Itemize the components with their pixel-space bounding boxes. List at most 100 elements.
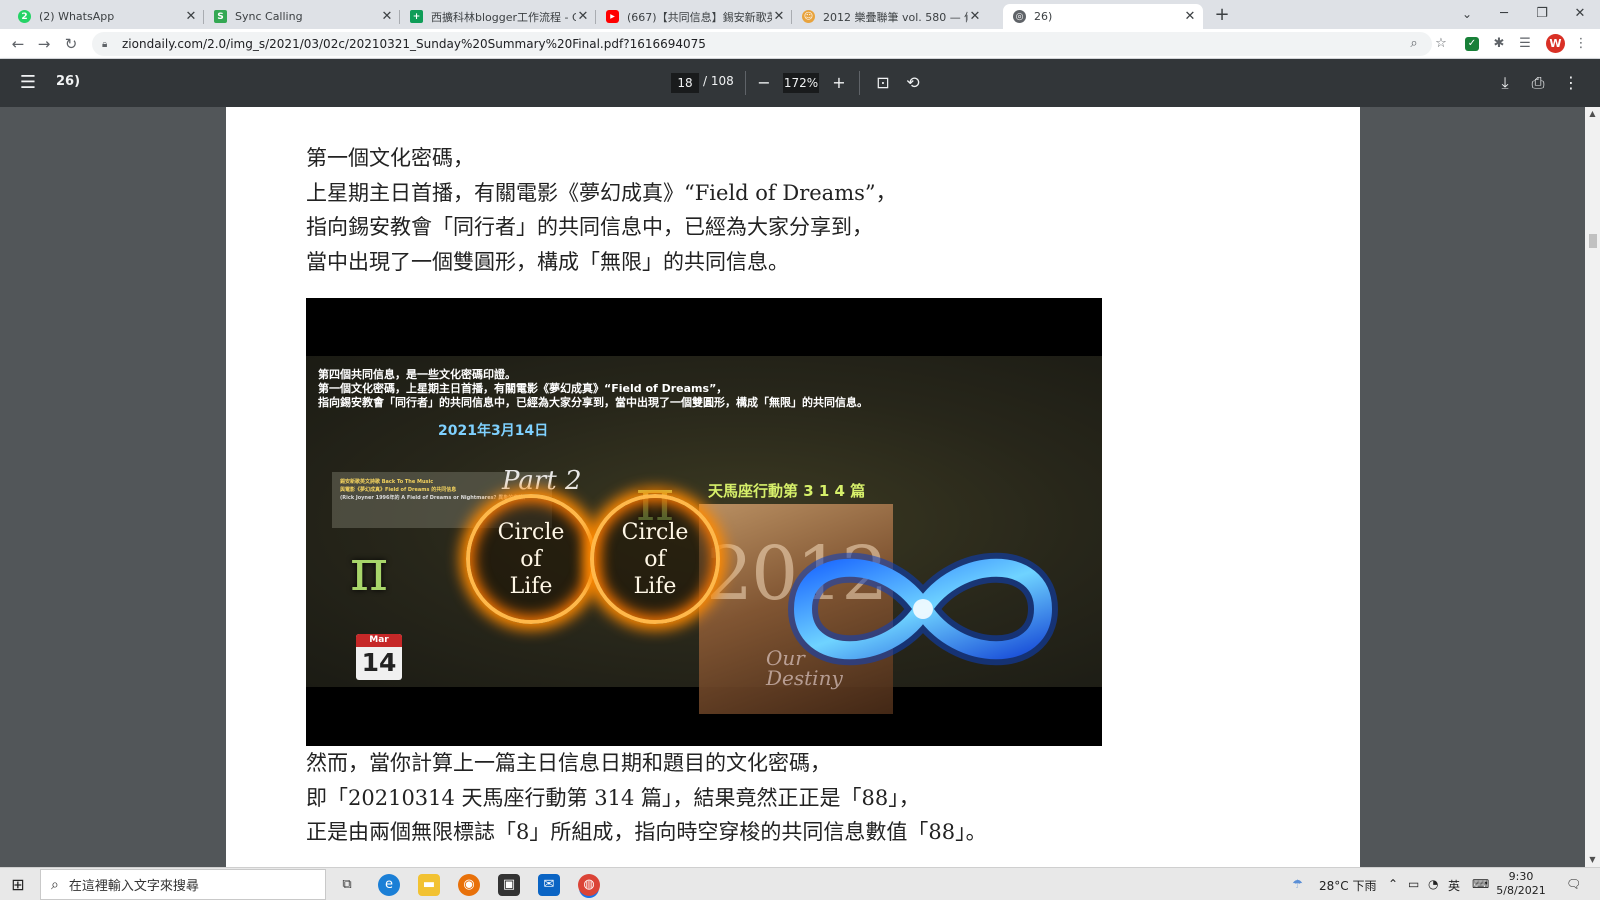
circle-of-life-right: Circle of Life bbox=[590, 494, 720, 624]
close-icon[interactable]: ✕ bbox=[772, 9, 786, 24]
browser-toolbar: ← → ↻ 🔒︎ ziondaily.com/2.0/img_s/2021/03… bbox=[0, 29, 1600, 59]
menu-icon[interactable]: ☰ bbox=[18, 73, 38, 93]
windows-start-icon[interactable]: ⊞ bbox=[8, 875, 28, 895]
app-circle-icon[interactable]: ◉ bbox=[458, 874, 480, 896]
scrollbar-thumb[interactable] bbox=[1589, 234, 1597, 248]
circle-word: of bbox=[520, 546, 542, 572]
text-line: 指向錫安教會「同行者」的共同信息中，已經為大家分享到， bbox=[306, 215, 873, 239]
ime-indicator[interactable]: 英 bbox=[1448, 877, 1460, 894]
rotate-icon[interactable]: ⟲ bbox=[903, 73, 923, 93]
page-total: / 108 bbox=[703, 74, 734, 88]
weather-icon[interactable]: ☂ bbox=[1292, 877, 1303, 891]
document-title: 26) bbox=[56, 74, 81, 89]
pdf-page: 第一個文化密碼， 上星期主日首播，有關電影《夢幻成真》“Field of Dre… bbox=[226, 107, 1360, 867]
mission-title: 天馬座行動第 3 1 4 篇 bbox=[708, 482, 866, 500]
more-options-icon[interactable]: ⋮ bbox=[1561, 73, 1581, 93]
tab-title: (667)【共同信息】錫安新歌英文 bbox=[627, 10, 772, 24]
bookmark-star-icon[interactable]: ☆ bbox=[1432, 35, 1450, 53]
globe-icon: ◎ bbox=[1013, 10, 1026, 23]
page-number-input[interactable]: 18 bbox=[671, 73, 699, 93]
taskbar-search-box[interactable]: ⌕ 在這裡輸入文字來搜尋 bbox=[40, 869, 326, 900]
store-icon[interactable]: ▣ bbox=[498, 874, 520, 896]
tile-text: (Rick Joyner 1996年的 A Field of Dreams or… bbox=[340, 495, 526, 501]
reload-button[interactable]: ↻ bbox=[61, 34, 81, 54]
toolbar-divider bbox=[745, 71, 746, 95]
close-window-button[interactable]: ✕ bbox=[1562, 2, 1598, 26]
weather-text[interactable]: 28°C 下雨 bbox=[1319, 877, 1376, 894]
scroll-down-arrow[interactable]: ▼ bbox=[1585, 853, 1600, 867]
pdf-viewport[interactable]: 第一個文化密碼， 上星期主日首播，有關電影《夢幻成真》“Field of Dre… bbox=[0, 107, 1585, 867]
print-icon[interactable]: ⎙ bbox=[1528, 73, 1548, 93]
back-button[interactable]: ← bbox=[8, 34, 28, 54]
tab-google-sheets[interactable]: + 西擴科林blogger工作流程 - Goo ✕ bbox=[400, 4, 596, 29]
close-icon[interactable]: ✕ bbox=[968, 9, 982, 24]
text-line: 第一個文化密碼， bbox=[306, 146, 474, 170]
tab-search-icon[interactable]: ⌄ bbox=[1449, 2, 1485, 26]
slide-background: 第四個共同信息，是一些文化密碼印證。 第一個文化密碼，上星期主日首播，有關電影《… bbox=[306, 356, 1102, 714]
minimize-button[interactable]: ─ bbox=[1486, 2, 1522, 26]
wifi-icon[interactable]: ◔ bbox=[1428, 877, 1438, 891]
zoom-out-button[interactable]: − bbox=[754, 73, 774, 93]
scroll-up-arrow[interactable]: ▲ bbox=[1585, 107, 1600, 121]
search-icon: ⌕ bbox=[51, 876, 59, 893]
close-icon[interactable]: ✕ bbox=[576, 9, 590, 24]
youtube-icon: ▶ bbox=[606, 10, 619, 23]
url-text: ziondaily.com/2.0/img_s/2021/03/02c/2021… bbox=[122, 37, 706, 51]
restore-button[interactable]: ❐ bbox=[1524, 2, 1560, 26]
tab-pdf-active[interactable]: ◎ 26) ✕ bbox=[1003, 4, 1203, 29]
zoom-in-button[interactable]: + bbox=[829, 73, 849, 93]
pdf-toolbar: ☰ 26) 18 / 108 − 172% + ⊡ ⟲ ⤓ ⎙ ⋮ bbox=[0, 59, 1600, 107]
tab-whatsapp[interactable]: 2 (2) WhatsApp ✕ bbox=[8, 4, 204, 29]
profile-avatar[interactable]: W bbox=[1546, 34, 1565, 53]
edge-browser-icon[interactable]: e bbox=[378, 874, 400, 896]
download-icon[interactable]: ⤓ bbox=[1495, 73, 1515, 93]
tab-blog[interactable]: ☺ 2012 樂疊聯筆 vol. 580 — 修補 ✕ bbox=[792, 4, 988, 29]
reading-list-icon[interactable]: ☰ bbox=[1516, 35, 1534, 53]
battery-icon[interactable]: ▭ bbox=[1408, 877, 1419, 891]
tab-title: (2) WhatsApp bbox=[39, 10, 115, 23]
tab-strip: 2 (2) WhatsApp ✕ S Sync Calling ✕ + 西擴科林… bbox=[0, 0, 1600, 29]
tile-text: 與電影《夢幻成真》Field of Dreams 的共同信息 bbox=[340, 487, 457, 493]
circle-word: Circle bbox=[497, 519, 565, 545]
zoom-icon[interactable]: ⌕ bbox=[1405, 35, 1423, 53]
extension-check-icon[interactable]: ✓ bbox=[1465, 37, 1479, 51]
whatsapp-icon: 2 bbox=[18, 10, 31, 23]
blog-icon: ☺ bbox=[802, 10, 815, 23]
address-bar[interactable]: 🔒︎ ziondaily.com/2.0/img_s/2021/03/02c/2… bbox=[92, 32, 1432, 56]
tray-overflow-icon[interactable]: ⌃ bbox=[1388, 877, 1398, 891]
circle-word: of bbox=[644, 546, 666, 572]
vertical-scrollbar[interactable] bbox=[1585, 107, 1600, 867]
pi-symbol: π bbox=[350, 536, 389, 604]
close-icon[interactable]: ✕ bbox=[1183, 9, 1197, 24]
circle-word: Life bbox=[509, 573, 553, 599]
task-view-icon[interactable]: ⧉ bbox=[336, 874, 358, 896]
keyboard-icon[interactable]: ⌨ bbox=[1472, 877, 1489, 891]
tab-title: 2012 樂疊聯筆 vol. 580 — 修補 bbox=[823, 10, 968, 24]
slide-date: 2021年3月14日 bbox=[438, 423, 549, 439]
fit-page-icon[interactable]: ⊡ bbox=[873, 73, 893, 93]
tab-youtube[interactable]: ▶ (667)【共同信息】錫安新歌英文 ✕ bbox=[596, 4, 792, 29]
browser-menu-icon[interactable]: ⋮ bbox=[1572, 35, 1590, 53]
tile-text: 錫安新歌英文詩歌 Back To The Music bbox=[340, 479, 434, 485]
chrome-icon[interactable]: ◍ bbox=[578, 874, 600, 896]
clock-time: 9:30 bbox=[1508, 870, 1534, 883]
file-explorer-icon[interactable]: ▬ bbox=[418, 874, 440, 896]
search-placeholder: 在這裡輸入文字來搜尋 bbox=[68, 879, 199, 894]
close-icon[interactable]: ✕ bbox=[380, 9, 394, 24]
zoom-level-input[interactable]: 172% bbox=[783, 73, 819, 93]
system-clock[interactable]: 9:30 5/8/2021 bbox=[1496, 870, 1546, 898]
new-tab-button[interactable]: + bbox=[1212, 5, 1232, 25]
forward-button[interactable]: → bbox=[34, 34, 54, 54]
text-line: 即「20210314 天馬座行動第 314 篇」，結果竟然正正是「88」， bbox=[306, 785, 920, 810]
clock-date: 5/8/2021 bbox=[1496, 884, 1546, 897]
paragraph-conclusion: 然而，當你計算上一篇主日信息日期和題目的文化密碼， 即「20210314 天馬座… bbox=[306, 746, 987, 850]
mail-icon[interactable]: ✉ bbox=[538, 874, 560, 896]
extensions-puzzle-icon[interactable]: ✱ bbox=[1490, 35, 1508, 53]
notification-icon[interactable]: 🗨︎ bbox=[1566, 877, 1581, 891]
tab-sync-calling[interactable]: S Sync Calling ✕ bbox=[204, 4, 400, 29]
text-line: 正是由兩個無限標誌「8」所組成，指向時空穿梭的共同信息數值「88」。 bbox=[306, 820, 987, 844]
close-icon[interactable]: ✕ bbox=[184, 9, 198, 24]
text-line: 當中出現了一個雙圓形，構成「無限」的共同信息。 bbox=[306, 249, 789, 274]
toolbar-divider bbox=[859, 71, 860, 95]
lock-icon[interactable]: 🔒︎ bbox=[102, 39, 112, 50]
